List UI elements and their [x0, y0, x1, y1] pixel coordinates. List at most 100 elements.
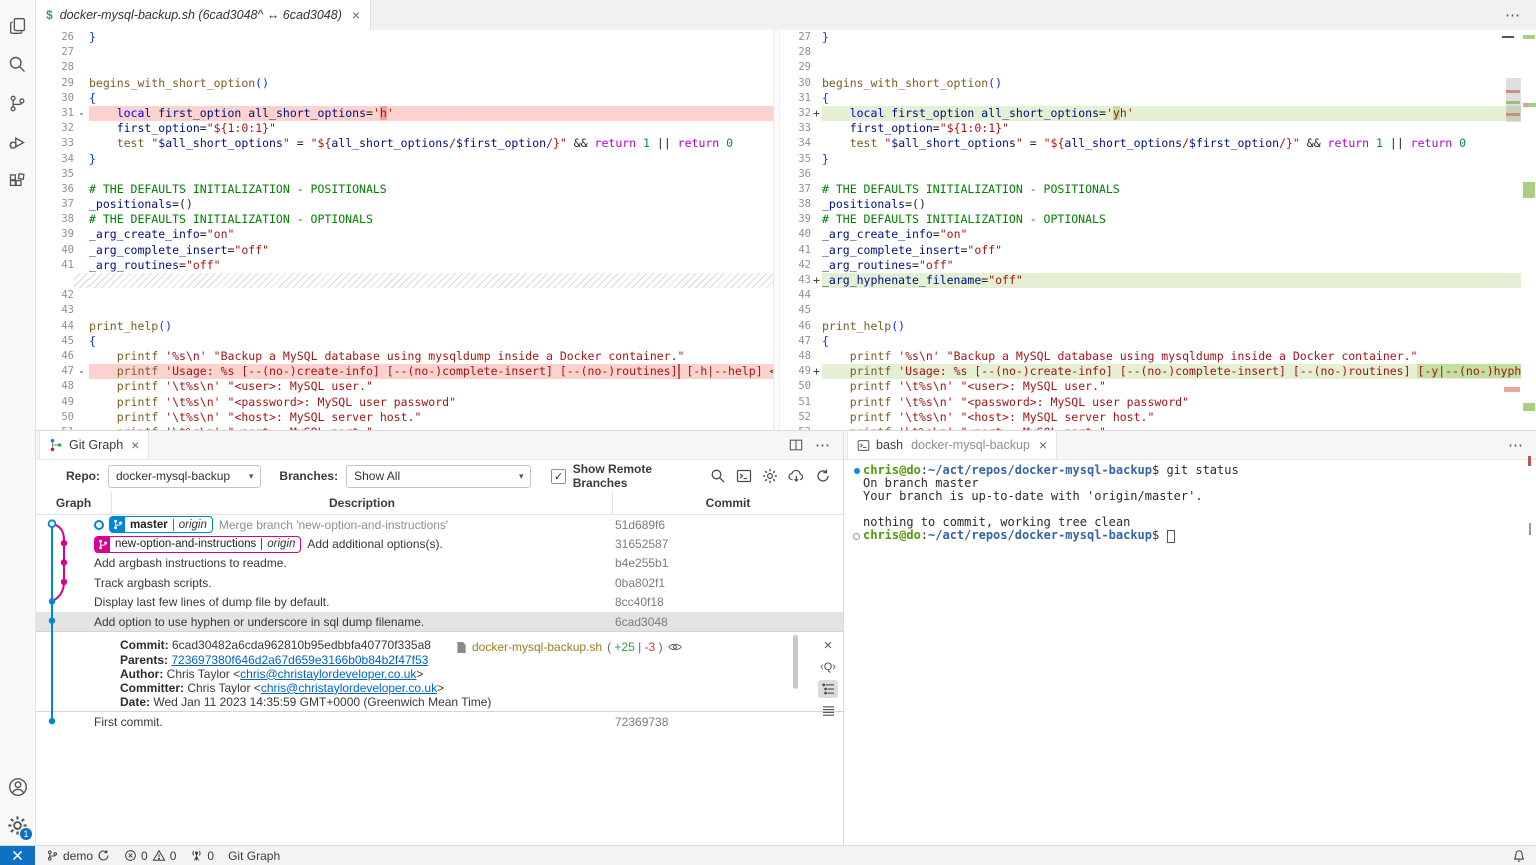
tab-terminal-bash[interactable]: bash docker-mysql-backup ×	[847, 431, 1058, 459]
commit-row[interactable]: new-option-and-instructions origin Add add…	[36, 534, 843, 553]
tab-git-graph[interactable]: Git Graph ×	[39, 431, 150, 459]
code-line[interactable]: 37 _positionals=()	[36, 197, 773, 212]
code-line[interactable]: 49 printf '\t%s\n' "<password>: MySQL us…	[36, 395, 773, 410]
code-line[interactable]: 27}	[778, 30, 1521, 45]
code-line[interactable]: 42 _arg_routines="off"	[778, 258, 1521, 273]
code-line[interactable]: 50 printf '\t%s\n' "<host>: MySQL server…	[36, 410, 773, 425]
branch-badge-new-option-and-instructions[interactable]: new-option-and-instructions origin	[94, 535, 302, 553]
code-line[interactable]: 38 _positionals=()	[778, 197, 1521, 212]
code-line[interactable]: 42	[36, 288, 773, 303]
code-line[interactable]: 43 + _arg_hyphenate_filename="off"	[778, 273, 1521, 289]
terminal-output[interactable]: chris@do: ~/act/repos/docker-mysql-backup…	[844, 460, 1536, 544]
source-control-icon[interactable]	[0, 84, 35, 123]
parent-commit-link[interactable]: 723697380f646d2a67d659e3166b0b84b2f47f53	[171, 653, 428, 667]
code-line[interactable]: 45 {	[36, 334, 773, 349]
code-line[interactable]: 47 {	[778, 334, 1521, 349]
code-line[interactable]: 34 test "$all_short_options" = "${all_sh…	[778, 136, 1521, 151]
search-icon[interactable]	[710, 468, 726, 484]
branches-dropdown[interactable]: Show All ▾	[346, 464, 532, 488]
code-line[interactable]: 50 printf '\t%s\n' "<user>: MySQL user."	[778, 379, 1521, 394]
code-line[interactable]: 35}	[778, 152, 1521, 167]
code-line[interactable]: 43	[36, 303, 773, 318]
code-line[interactable]: 46 print_help()	[778, 319, 1521, 334]
terminal-more-actions-icon[interactable]: ⋯	[1508, 436, 1524, 454]
git-graph-tab-close-icon[interactable]: ×	[131, 438, 139, 452]
tab-docker-mysql-backup-diff[interactable]: $ docker-mysql-backup.sh (6cad3048^ ↔ 6c…	[36, 0, 372, 30]
code-line[interactable]: 27	[36, 45, 773, 60]
extensions-icon[interactable]	[0, 162, 35, 201]
column-header-commit[interactable]: Commit	[613, 492, 843, 514]
remote-indicator[interactable]	[0, 846, 35, 865]
code-line[interactable]: 30 begins_with_short_option()	[778, 76, 1521, 91]
run-debug-icon[interactable]	[0, 123, 35, 162]
settings-gear-icon[interactable]: 1	[0, 806, 35, 845]
code-line[interactable]: 33 first_option="${1:0:1}"	[778, 121, 1521, 136]
fetch-icon[interactable]	[788, 468, 805, 484]
refresh-icon[interactable]	[815, 468, 831, 484]
code-line[interactable]: 29 begins_with_short_option()	[36, 76, 773, 91]
editor-more-actions-icon[interactable]: ⋯	[1505, 6, 1521, 24]
code-line[interactable]: 40 _arg_create_info="on"	[778, 227, 1521, 242]
search-icon[interactable]	[0, 45, 35, 84]
commit-row[interactable]: Track argbash scripts. 0ba802f1	[36, 573, 843, 592]
code-line[interactable]: 46 printf '%s\n' "Backup a MySQL databas…	[36, 349, 773, 364]
code-line[interactable]: 29	[778, 60, 1521, 75]
code-line[interactable]: 26}	[36, 30, 773, 45]
terminal-tab-close-icon[interactable]: ×	[1039, 438, 1047, 452]
code-line[interactable]: 44	[778, 288, 1521, 303]
repo-dropdown[interactable]: docker-mysql-backup ▾	[108, 464, 262, 488]
code-line[interactable]: 28	[778, 45, 1521, 60]
close-details-icon[interactable]: ×	[818, 636, 838, 654]
code-line[interactable]: 39 # THE DEFAULTS INITIALIZATION - OPTION…	[778, 212, 1521, 227]
commit-row[interactable]: Add option to use hyphen or underscore i…	[36, 611, 843, 632]
commit-file-entry[interactable]: docker-mysql-backup.sh ( +25 | -3 )	[456, 640, 682, 654]
diff-editor-modified[interactable]: 27} 28 29 30 begins_with_short_option() 31{32…	[778, 30, 1521, 430]
terminal-icon[interactable]	[736, 468, 752, 484]
code-line[interactable]: 38 # THE DEFAULTS INITIALIZATION - OPTION…	[36, 212, 773, 227]
tab-close-icon[interactable]: ×	[352, 8, 360, 22]
code-review-icon[interactable]: ‹Q›	[818, 658, 838, 676]
commit-row[interactable]: First commit. 72369738	[36, 712, 843, 731]
code-line[interactable]: 41 _arg_complete_insert="off"	[778, 243, 1521, 258]
branch-status-item[interactable]: demo	[39, 846, 117, 865]
code-line[interactable]: 28	[36, 60, 773, 75]
diff-editor-original[interactable]: 26} 27 28 29 begins_with_short_option() 30{31…	[36, 30, 773, 430]
code-line[interactable]: 36	[778, 167, 1521, 182]
author-email-link[interactable]: chris@christaylordeveloper.co.uk	[240, 667, 416, 681]
notifications-item[interactable]	[1512, 849, 1536, 863]
code-line[interactable]: 44 print_help()	[36, 319, 773, 334]
code-line[interactable]: 32 + local first_option all_short_options…	[778, 105, 1521, 122]
code-line[interactable]: 30 {	[36, 91, 773, 106]
commit-row[interactable]: master origin Merge branch 'new-option-and…	[36, 515, 843, 534]
settings-icon[interactable]	[762, 468, 778, 484]
code-line[interactable]: 52 printf '\t%s\n' "<host>: MySQL server…	[778, 410, 1521, 425]
code-line[interactable]: 41 _arg_routines="off"	[36, 258, 773, 273]
code-line[interactable]: 49 + printf 'Usage: %s [--(no-)create-inf…	[778, 364, 1521, 380]
code-line[interactable]: 31 {	[778, 91, 1521, 106]
code-line[interactable]: 34}	[36, 152, 773, 167]
column-header-graph[interactable]: Graph	[36, 492, 112, 514]
commit-row[interactable]: Add argbash instructions to readme. b4e25…	[36, 554, 843, 573]
commit-row[interactable]: Display last few lines of dump file by d…	[36, 593, 843, 612]
panel-more-actions-icon[interactable]: ⋯	[815, 436, 831, 454]
file-tree-view-icon[interactable]	[818, 680, 838, 699]
code-line[interactable]: 35	[36, 167, 773, 182]
branch-badge-master[interactable]: master origin	[109, 516, 213, 534]
accounts-icon[interactable]	[0, 767, 35, 806]
code-line[interactable]: 40 _arg_complete_insert="off"	[36, 243, 773, 258]
git-graph-status-item[interactable]: Git Graph	[221, 846, 287, 865]
view-file-eye-icon[interactable]	[667, 642, 682, 652]
code-line[interactable]: 45	[778, 303, 1521, 318]
split-panel-icon[interactable]	[789, 438, 803, 452]
explorer-icon[interactable]	[0, 6, 35, 45]
code-line[interactable]: 37 # THE DEFAULTS INITIALIZATION - POSITI…	[778, 182, 1521, 197]
code-line[interactable]: 48 printf '%s\n' "Backup a MySQL databas…	[778, 349, 1521, 364]
ports-status-item[interactable]: 0	[183, 846, 221, 865]
code-line[interactable]: 47- printf 'Usage: %s [--(no-)create-inf…	[36, 364, 773, 380]
code-line[interactable]: 51 printf '\t%s\n' "<password>: MySQL us…	[778, 395, 1521, 410]
problems-status-item[interactable]: 0 0	[117, 846, 183, 865]
code-line[interactable]: 36 # THE DEFAULTS INITIALIZATION - POSITI…	[36, 182, 773, 197]
show-remote-branches-checkbox[interactable]: ✓	[551, 468, 566, 484]
code-line[interactable]: 33 test "$all_short_options" = "${all_sh…	[36, 136, 773, 151]
diff-filler-line[interactable]	[36, 273, 773, 289]
